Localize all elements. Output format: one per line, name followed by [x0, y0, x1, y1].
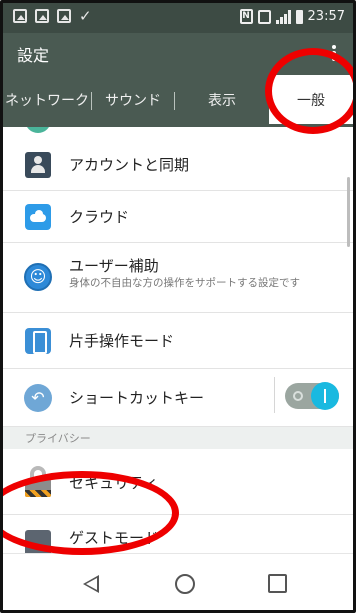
image-icon — [57, 9, 71, 23]
status-bar: ✓ N 23:57 — [3, 3, 353, 33]
section-header: プライバシー — [3, 427, 353, 449]
partial-list-icon — [25, 127, 51, 133]
divider — [274, 377, 275, 413]
more-vert-icon[interactable] — [332, 45, 337, 61]
lock-icon — [23, 466, 53, 498]
recent-apps-icon[interactable] — [268, 574, 287, 593]
home-icon[interactable] — [175, 574, 195, 594]
tab-general[interactable]: 一般 — [268, 75, 353, 127]
list-item-label: 片手操作モード — [69, 332, 175, 350]
notification-icons: ✓ — [13, 7, 92, 25]
list-item-label: アカウントと同期 — [69, 156, 190, 174]
scrollbar[interactable] — [347, 177, 350, 247]
shortcut-toggle[interactable] — [285, 382, 339, 410]
toggle-off-icon — [293, 391, 303, 401]
list-item-sublabel: 身体の不自由な方の操作をサポートする設定です — [69, 277, 300, 289]
section-header-label: プライバシー — [25, 432, 91, 445]
mute-icon — [257, 9, 271, 24]
list-item-one-hand[interactable]: 片手操作モード — [3, 313, 353, 369]
list-item-label: クラウド — [69, 208, 130, 226]
list-item-label: セキュリティ — [69, 474, 159, 492]
cloud-icon — [25, 204, 51, 230]
tab-network[interactable]: ネットワーク — [3, 75, 91, 127]
battery-icon — [295, 9, 303, 24]
list-item-label: ゲストモード — [69, 529, 160, 547]
list-item-security[interactable]: セキュリティ — [3, 449, 353, 515]
check-icon: ✓ — [79, 7, 92, 25]
page-title: 設定 — [17, 46, 50, 65]
tab-bar: ネットワーク サウンド 表示 一般 — [3, 75, 353, 127]
shortcut-icon: ↶ — [24, 384, 52, 412]
action-bar: 設定 — [3, 33, 353, 75]
list-item-label: ユーザー補助 — [69, 257, 159, 275]
settings-list[interactable]: アカウントと同期 クラウド ☺ ユーザー補助 身体の不自由な方の操作をサポートす… — [3, 127, 353, 553]
tab-display[interactable]: 表示 — [175, 75, 269, 127]
settings-screen: ✓ N 23:57 設定 ネットワーク サウンド 表示 一般 アカウントと同期 … — [0, 0, 356, 613]
list-item-accessibility[interactable]: ☺ ユーザー補助 身体の不自由な方の操作をサポートする設定です — [3, 243, 353, 313]
clock: 23:57 — [307, 9, 345, 24]
nfc-icon: N — [239, 9, 253, 24]
list-item-guest-mode[interactable]: ゲストモード — [3, 515, 353, 553]
account-icon — [25, 152, 51, 178]
toggle-on-icon — [311, 382, 339, 410]
list-item-shortcut-key[interactable]: ↶ ショートカットキー — [3, 369, 353, 427]
image-icon — [35, 9, 49, 23]
list-item-cloud[interactable]: クラウド — [3, 191, 353, 243]
guest-icon — [25, 530, 51, 553]
tab-sound[interactable]: サウンド — [92, 75, 174, 127]
list-item-account-sync[interactable]: アカウントと同期 — [3, 139, 353, 191]
list-item-label: ショートカットキー — [69, 389, 205, 407]
back-icon[interactable] — [83, 575, 99, 593]
image-icon — [13, 9, 27, 23]
one-hand-icon — [25, 328, 51, 354]
accessibility-icon: ☺ — [24, 263, 52, 291]
system-icons: N 23:57 — [239, 9, 345, 24]
signal-icon — [275, 9, 291, 24]
navigation-bar — [3, 553, 353, 610]
